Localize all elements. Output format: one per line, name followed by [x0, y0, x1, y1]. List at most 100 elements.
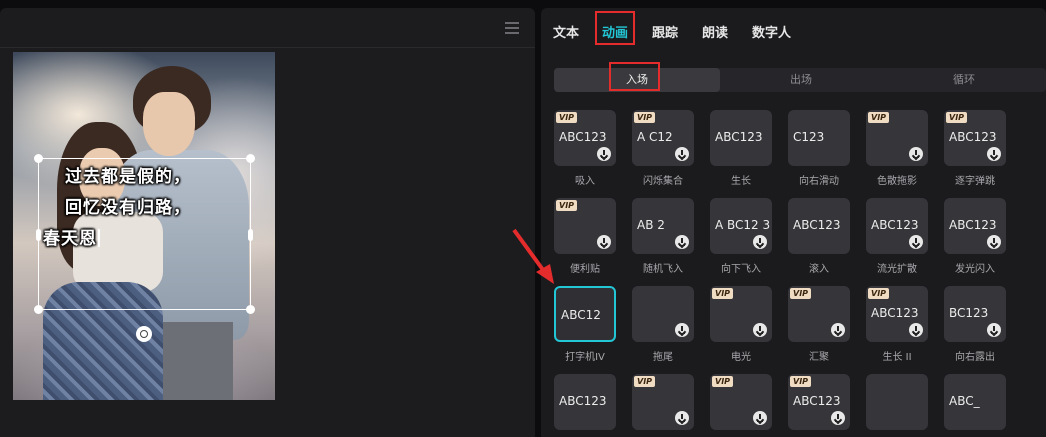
effect-preview: ABC123	[554, 374, 616, 430]
red-arrow-annotation	[512, 228, 554, 284]
download-icon[interactable]	[909, 323, 923, 337]
effect-card[interactable]: ABC123	[788, 198, 850, 254]
effect-label: 随机飞入	[643, 264, 683, 275]
effect-card[interactable]: AB 2	[632, 198, 694, 254]
vip-badge: VIP	[712, 288, 734, 299]
effect-label: 向右滑动	[799, 176, 839, 187]
effect-card[interactable]: VIP	[554, 198, 616, 254]
effect-card[interactable]: VIP	[632, 374, 694, 430]
subtab-exit[interactable]: 出场	[720, 68, 882, 92]
resize-handle-bottom-left[interactable]	[34, 305, 43, 314]
effects-grid: ABC123 VIP 吸入 A C12 VIP 闪烁集合 ABC123 生长 C123 向右滑动 V…	[541, 106, 1046, 437]
download-icon[interactable]	[597, 147, 611, 161]
tab-tracking[interactable]: 跟踪	[652, 22, 678, 41]
text-selection-box[interactable]	[34, 154, 255, 314]
tab-digital-human[interactable]: 数字人	[752, 22, 791, 41]
download-icon[interactable]	[753, 323, 767, 337]
preview-panel: 过去都是假的， 回忆没有归路， 春天恩	[0, 8, 535, 437]
effect-preview-text: A BC12 3	[715, 218, 771, 232]
download-icon[interactable]	[987, 147, 1001, 161]
effect-preview-text: ABC123	[715, 130, 763, 144]
download-icon[interactable]	[987, 235, 1001, 249]
tab-text[interactable]: 文本	[553, 22, 579, 41]
tab-highlight-box	[595, 11, 635, 45]
subtab-loop[interactable]: 循环	[882, 68, 1046, 92]
download-icon[interactable]	[753, 235, 767, 249]
effect-preview: ABC123	[788, 198, 850, 254]
effect-card[interactable]: VIP	[710, 374, 772, 430]
effect-card[interactable]: VIP	[866, 110, 928, 166]
download-icon[interactable]	[909, 147, 923, 161]
effect-card[interactable]: ABC123 VIP	[554, 110, 616, 166]
panel-tabs: 文本 动画 跟踪 朗读 数字人	[541, 8, 1046, 52]
effect-card[interactable]	[866, 374, 928, 430]
effect-preview-text: ABC12	[561, 308, 601, 322]
resize-handle-top-left[interactable]	[34, 154, 43, 163]
effect-preview-text: A C12	[637, 130, 673, 144]
download-icon[interactable]	[675, 147, 689, 161]
download-icon[interactable]	[597, 235, 611, 249]
download-icon[interactable]	[987, 323, 1001, 337]
effect-preview-text: ABC_	[949, 394, 980, 408]
preview-toolbar	[0, 8, 535, 48]
download-icon[interactable]	[675, 411, 689, 425]
effect-label: 发光闪入	[955, 264, 995, 275]
resize-handle-top-right[interactable]	[246, 154, 255, 163]
effect-preview-text: ABC123	[559, 130, 607, 144]
effect-card[interactable]: ABC123	[944, 198, 1006, 254]
rotate-icon[interactable]	[136, 326, 152, 342]
effect-preview: ABC_	[944, 374, 1006, 430]
resize-handle-bottom-right[interactable]	[246, 305, 255, 314]
effect-preview-text: ABC123	[949, 130, 997, 144]
effect-card[interactable]: ABC123	[710, 110, 772, 166]
effect-label: 汇聚	[809, 352, 829, 363]
effect-card[interactable]: ABC_	[944, 374, 1006, 430]
download-icon[interactable]	[909, 235, 923, 249]
effect-card[interactable]: ABC123 VIP	[866, 286, 928, 342]
download-icon[interactable]	[831, 323, 845, 337]
download-icon[interactable]	[831, 411, 845, 425]
effect-card[interactable]: C123	[788, 110, 850, 166]
effect-preview-text: C123	[793, 130, 825, 144]
effect-label: 逐字弹跳	[955, 176, 995, 187]
effect-label: 打字机IV	[565, 352, 605, 363]
effect-preview	[866, 374, 928, 430]
effect-card[interactable]: ABC123	[866, 198, 928, 254]
vip-badge: VIP	[556, 112, 578, 123]
download-icon[interactable]	[675, 235, 689, 249]
effect-preview-text: ABC123	[559, 394, 607, 408]
properties-panel: 文本 动画 跟踪 朗读 数字人 入场 出场 循环 ABC123 VIP 吸入 A C1…	[541, 8, 1046, 437]
hamburger-menu-icon[interactable]	[505, 22, 519, 34]
download-icon[interactable]	[753, 411, 767, 425]
effect-label: 生长 II	[882, 352, 912, 363]
effect-card[interactable]: ABC123 VIP	[944, 110, 1006, 166]
effect-preview-text: ABC123	[793, 218, 841, 232]
effect-card[interactable]: VIP	[788, 286, 850, 342]
effect-card[interactable]: A C12 VIP	[632, 110, 694, 166]
effect-preview-text: ABC123	[871, 218, 919, 232]
vip-badge: VIP	[634, 376, 656, 387]
subtab-highlight-box	[609, 62, 660, 91]
vip-badge: VIP	[712, 376, 734, 387]
effect-card[interactable]: A BC12 3	[710, 198, 772, 254]
download-icon[interactable]	[675, 323, 689, 337]
effect-preview-text: BC123	[949, 306, 989, 320]
effect-preview-text: AB 2	[637, 218, 665, 232]
effect-label: 向右露出	[955, 352, 995, 363]
effect-label: 闪烁集合	[643, 176, 683, 187]
effect-card[interactable]: ABC123 VIP	[788, 374, 850, 430]
vip-badge: VIP	[868, 112, 890, 123]
resize-handle-right[interactable]	[248, 229, 253, 241]
effect-card[interactable]	[632, 286, 694, 342]
effect-label: 生长	[731, 176, 751, 187]
effect-label: 吸入	[575, 176, 595, 187]
resize-handle-left[interactable]	[36, 229, 41, 241]
vip-badge: VIP	[790, 376, 812, 387]
effect-preview: C123	[788, 110, 850, 166]
effect-card[interactable]: ABC123	[554, 374, 616, 430]
effect-card[interactable]: BC123	[944, 286, 1006, 342]
effect-card[interactable]: ABC12	[554, 286, 616, 342]
effect-card[interactable]: VIP	[710, 286, 772, 342]
tab-read-aloud[interactable]: 朗读	[702, 22, 728, 41]
vip-badge: VIP	[946, 112, 968, 123]
